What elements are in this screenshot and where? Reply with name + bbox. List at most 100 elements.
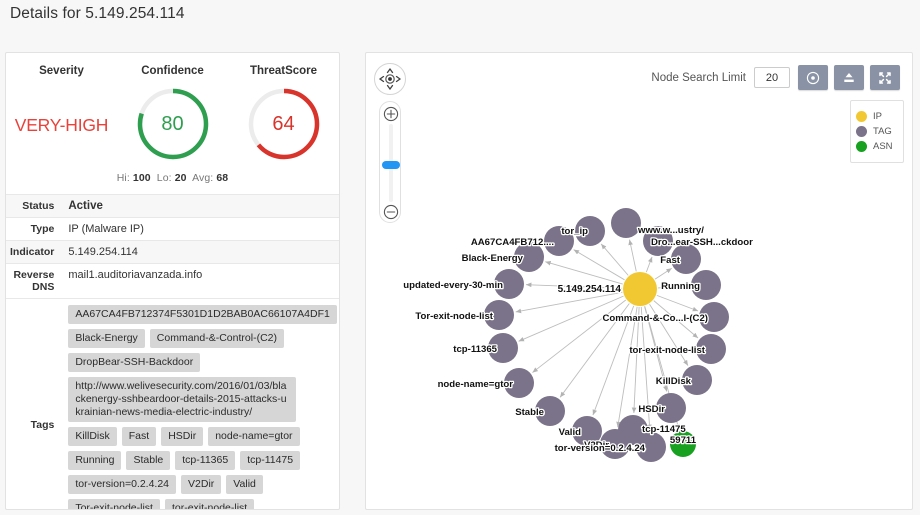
tag-chip[interactable]: KillDisk bbox=[68, 427, 117, 446]
confidence-label: Confidence bbox=[141, 65, 204, 77]
score-stats: Hi: 100 Lo: 20 Avg: 68 bbox=[6, 163, 339, 194]
fullscreen-button[interactable] bbox=[870, 65, 900, 90]
graph-node-label: KillDisk bbox=[656, 376, 692, 387]
threatscore-label: ThreatScore bbox=[249, 65, 318, 77]
legend-item-tag: TAG bbox=[856, 126, 898, 137]
graph-edge bbox=[515, 291, 623, 314]
indicator-details-card: Severity VERY-HIGH Confidence 80 ThreatS… bbox=[5, 52, 340, 510]
graph-node[interactable] bbox=[611, 208, 641, 238]
zoom-slider-control[interactable] bbox=[379, 101, 401, 223]
tag-chip[interactable]: Black-Energy bbox=[68, 329, 145, 348]
avg-label: Avg: bbox=[192, 172, 214, 184]
page-title: Details for 5.149.254.114 bbox=[10, 5, 185, 22]
graph-node-label: tcp-11365 bbox=[453, 344, 497, 355]
severity-value: VERY-HIGH bbox=[14, 115, 109, 135]
legend-item-asn: ASN bbox=[856, 141, 898, 152]
graph-node-label: node-name=gtor bbox=[438, 379, 514, 390]
threatscore-donut: 64 bbox=[245, 85, 323, 163]
threatscore-donut-wrap: 64 bbox=[228, 85, 339, 163]
tag-chip[interactable]: DropBear-SSH-Backdoor bbox=[68, 353, 201, 372]
table-row: Type IP (Malware IP) bbox=[6, 217, 339, 241]
zoom-slider-thumb[interactable] bbox=[382, 161, 400, 169]
node-search-limit-group: Node Search Limit bbox=[651, 67, 790, 88]
hi-label: Hi: bbox=[116, 172, 130, 184]
graph-center-node[interactable] bbox=[623, 272, 657, 306]
confidence-value: 80 bbox=[161, 112, 184, 135]
tag-chip[interactable]: tor-exit-node-list bbox=[164, 499, 255, 509]
tag-chip[interactable]: Stable bbox=[126, 451, 171, 470]
tag-chip[interactable]: Command-&-Control-(C2) bbox=[149, 329, 284, 348]
row-key: Type bbox=[30, 223, 55, 235]
tag-chip[interactable]: HSDir bbox=[161, 427, 204, 446]
table-row: Status Active bbox=[6, 194, 339, 218]
graph-edge bbox=[545, 260, 623, 285]
row-value: IP (Malware IP) bbox=[68, 223, 144, 235]
tag-chip[interactable]: Running bbox=[68, 451, 122, 470]
legend-dot-asn bbox=[856, 141, 867, 152]
graph-node-label: AA67CA4FB712.... bbox=[471, 237, 554, 248]
tag-chip[interactable]: AA67CA4FB712374F5301D1D2BAB0AC66107A4DF1 bbox=[68, 305, 337, 324]
tag-chip[interactable]: tcp-11475 bbox=[240, 451, 301, 470]
graph-node-label: HSDir bbox=[638, 404, 665, 415]
legend-label-ip: IP bbox=[873, 111, 882, 122]
export-button[interactable] bbox=[834, 65, 864, 90]
table-row: Indicator 5.149.254.114 bbox=[6, 240, 339, 264]
graph-node-label: Command-&-Co...l-(C2) bbox=[602, 313, 708, 324]
tag-chip[interactable]: tcp-11365 bbox=[175, 451, 236, 470]
graph-node-label: 59711 bbox=[670, 435, 697, 446]
graph-edge bbox=[628, 239, 637, 272]
graph-edge bbox=[573, 249, 625, 281]
hi-value: 100 bbox=[132, 172, 151, 184]
indicator-info-table: Status Active Type IP (Malware IP) Indic… bbox=[6, 194, 339, 509]
threatscore-block: ThreatScore 64 bbox=[228, 65, 339, 163]
graph-node-label: updated-every-30-min bbox=[403, 280, 503, 291]
row-value: mail1.auditoriavanzada.info bbox=[68, 269, 203, 281]
graph-node-label: Running bbox=[661, 281, 700, 292]
graph-node-label: tcp-11475 bbox=[642, 424, 686, 435]
confidence-donut: 80 bbox=[134, 85, 212, 163]
graph-node-label: tor-version=0.2.4.24 bbox=[555, 443, 646, 454]
graph-node-label: www.w...ustry/ bbox=[637, 225, 704, 236]
legend-dot-ip bbox=[856, 111, 867, 122]
tag-chip[interactable]: tor-version=0.2.4.24 bbox=[68, 475, 177, 494]
graph-edge bbox=[600, 243, 629, 276]
tag-chip[interactable]: Fast bbox=[121, 427, 157, 446]
node-graph-panel: tor_ip www.w...ustry/AA67CA4FB712.... Dro.… bbox=[365, 52, 913, 510]
confidence-block: Confidence 80 bbox=[117, 65, 228, 163]
expand-icon bbox=[879, 71, 891, 84]
graph-node-label: Tor-exit-node-list bbox=[415, 311, 493, 322]
severity-label: Severity bbox=[39, 65, 84, 77]
pan-control[interactable] bbox=[374, 63, 406, 95]
avg-value: 68 bbox=[216, 172, 229, 184]
node-graph-canvas[interactable]: tor_ip www.w...ustry/AA67CA4FB712.... Dro.… bbox=[366, 53, 913, 510]
row-key: Indicator bbox=[10, 246, 55, 258]
graph-node-label: tor-exit-node-list bbox=[629, 345, 705, 356]
tag-chip[interactable]: V2Dir bbox=[181, 475, 222, 494]
tag-chip[interactable]: node-name=gtor bbox=[208, 427, 300, 446]
tags-label: Tags bbox=[30, 418, 55, 431]
row-key: Status bbox=[22, 200, 55, 212]
tag-chip[interactable]: Valid bbox=[226, 475, 263, 494]
graph-edge bbox=[654, 267, 673, 280]
graph-node-label: Dro...ear-SSH...ckdoor bbox=[651, 237, 753, 248]
legend-label-tag: TAG bbox=[873, 126, 892, 137]
zoom-in-button[interactable] bbox=[383, 106, 399, 122]
tag-chip[interactable]: Tor-exit-node-list bbox=[68, 499, 160, 509]
graph-edge bbox=[645, 256, 653, 273]
confidence-donut-wrap: 80 bbox=[117, 85, 228, 163]
node-search-limit-input[interactable] bbox=[754, 67, 790, 88]
lo-value: 20 bbox=[174, 172, 187, 184]
zoom-out-button[interactable] bbox=[383, 204, 399, 220]
tags-row: Tags AA67CA4FB712374F5301D1D2BAB0AC66107… bbox=[6, 298, 339, 509]
tag-chip[interactable]: http://www.welivesecurity.com/2016/01/03… bbox=[68, 377, 297, 422]
threatscore-value: 64 bbox=[272, 112, 295, 135]
graph-toolbar bbox=[798, 65, 900, 90]
legend-item-ip: IP bbox=[856, 111, 898, 122]
lo-label: Lo: bbox=[156, 172, 172, 184]
row-value: Active bbox=[68, 200, 103, 212]
focus-button[interactable] bbox=[798, 65, 828, 90]
graph-node-label: Fast bbox=[660, 255, 681, 266]
legend-label-asn: ASN bbox=[873, 141, 893, 152]
target-icon bbox=[806, 71, 820, 84]
details-page: Details for 5.149.254.114 Severity VERY-… bbox=[0, 0, 920, 515]
